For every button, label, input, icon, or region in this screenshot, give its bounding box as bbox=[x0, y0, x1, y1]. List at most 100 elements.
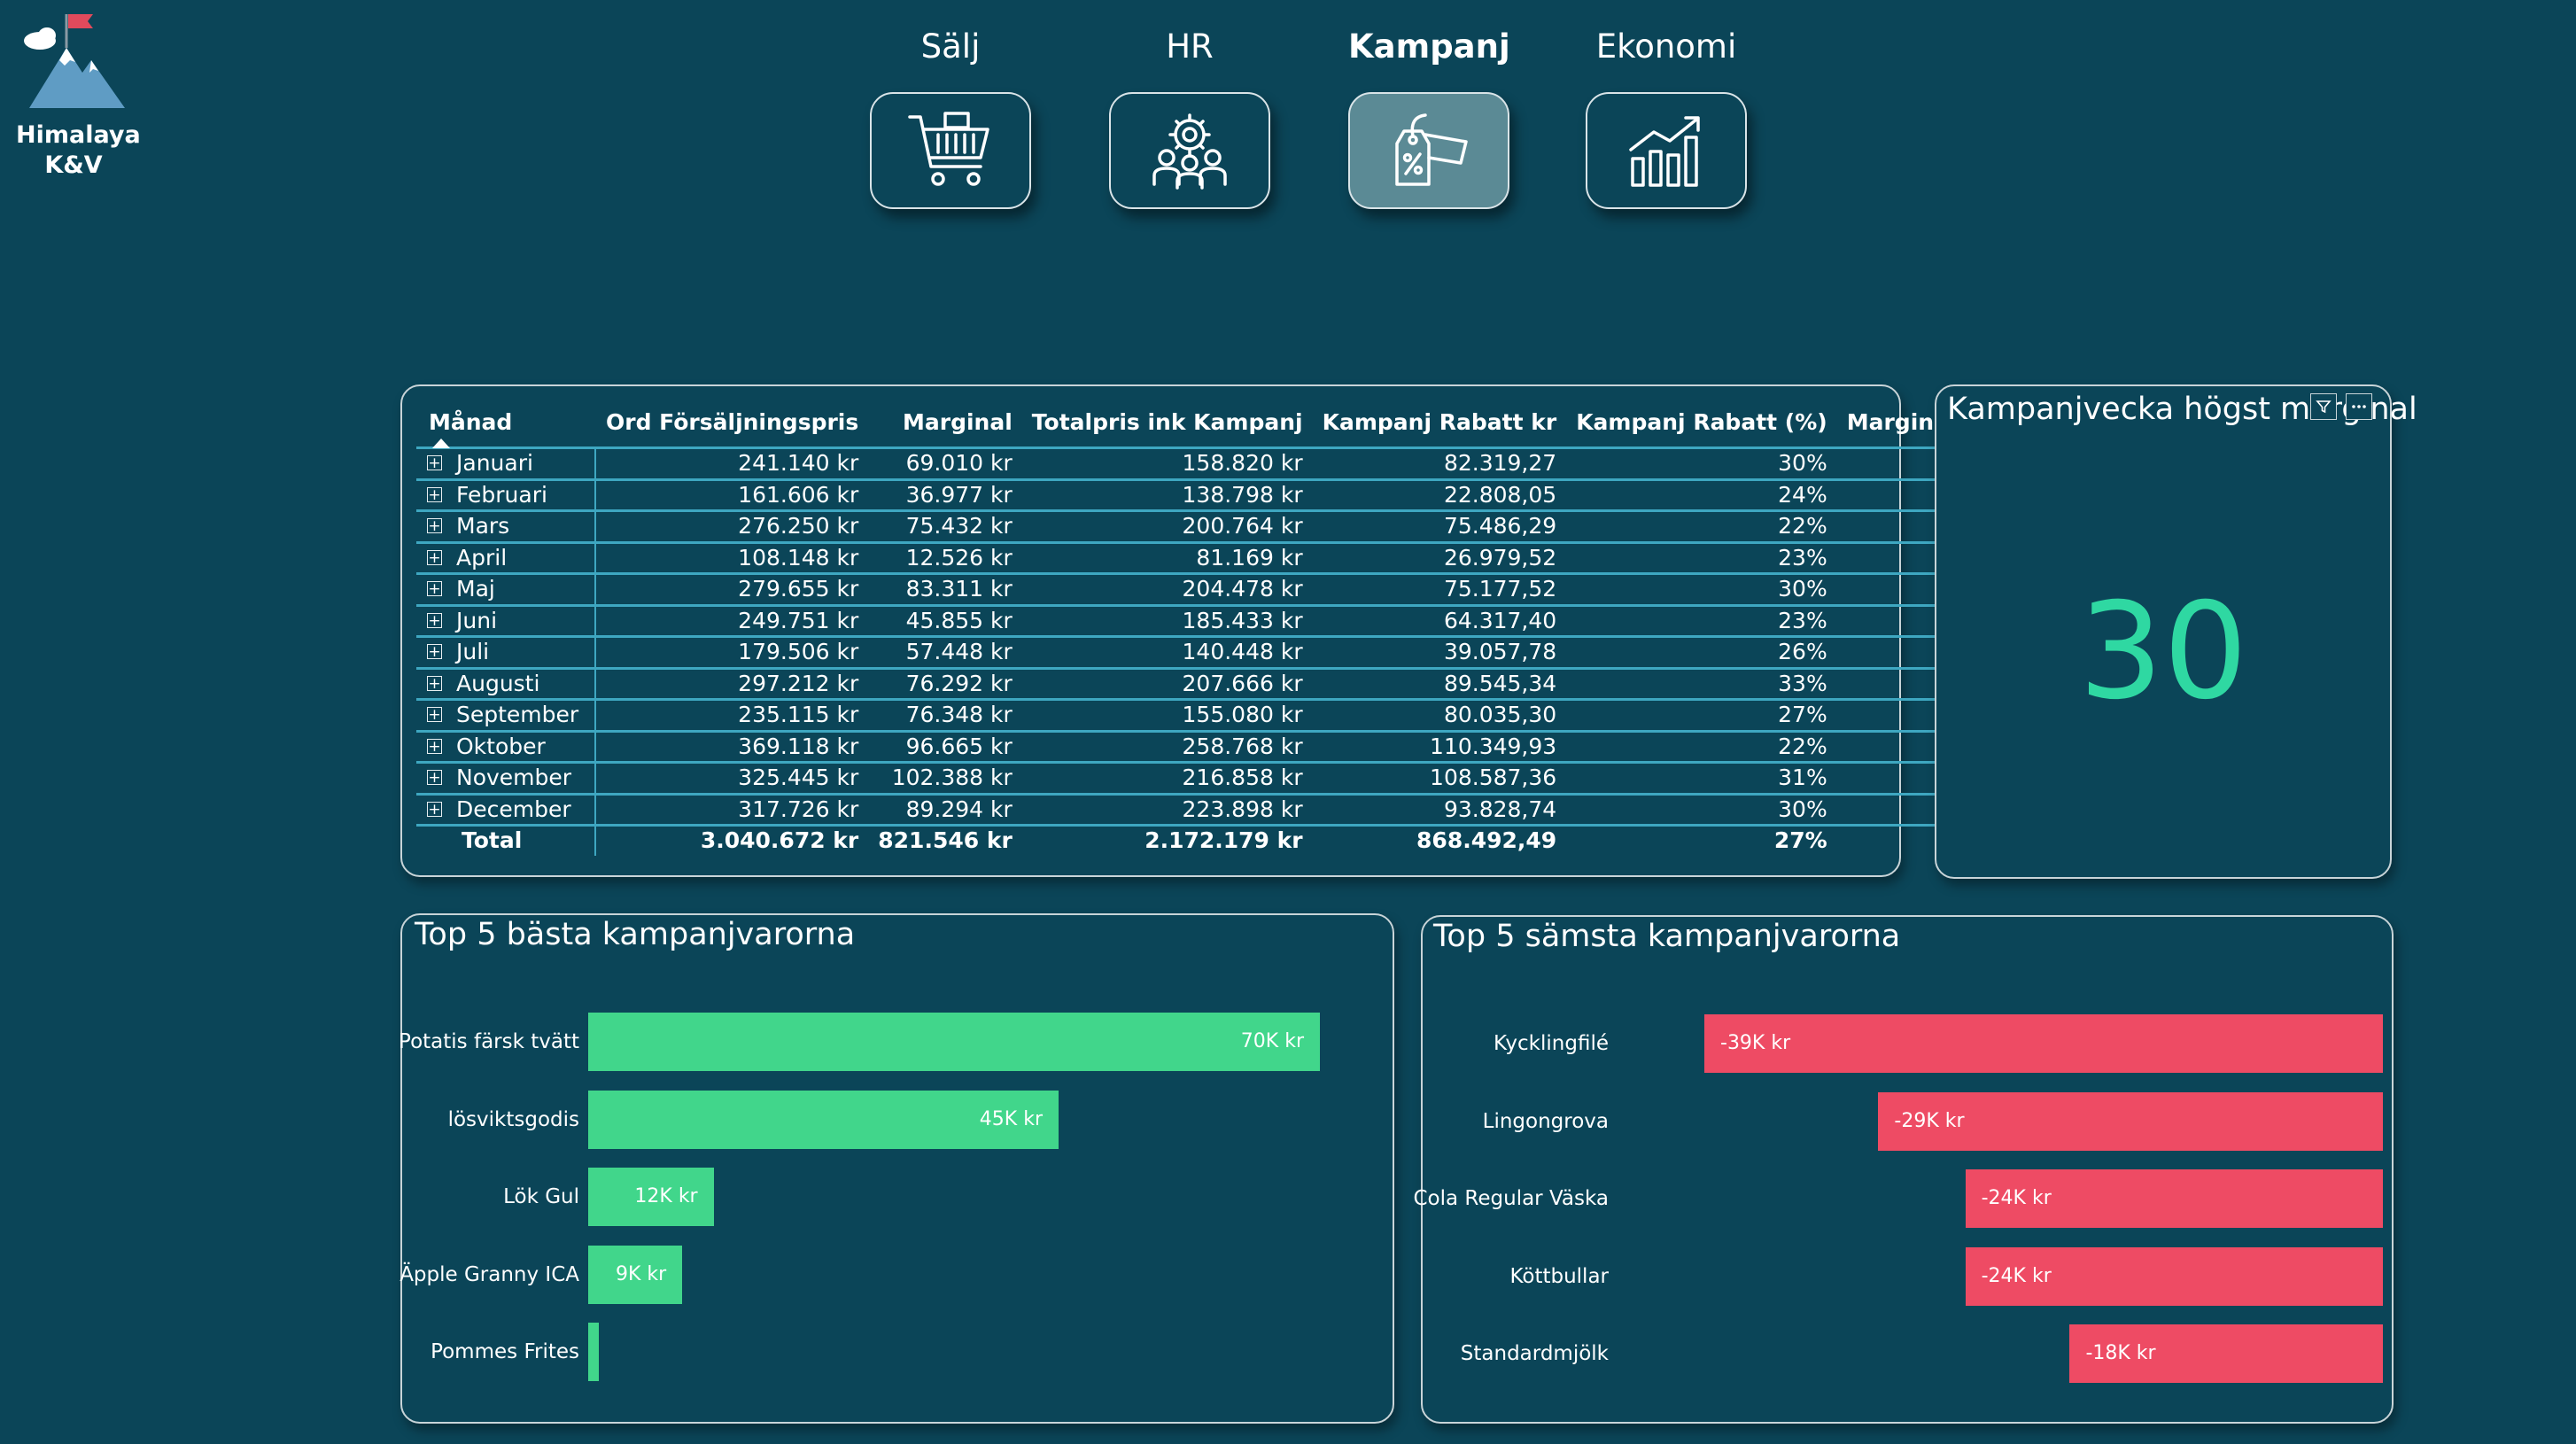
table-row[interactable]: + November 325.445 kr 102.388 kr 216.858 kr 1… bbox=[416, 762, 2152, 796]
value-cell: 216.858 kr bbox=[1020, 762, 1312, 796]
expand-row-icon[interactable]: + bbox=[427, 486, 442, 502]
month-cell: + Juni bbox=[416, 605, 596, 638]
nav-button-hr[interactable] bbox=[1109, 92, 1270, 209]
chart-title-worst: Top 5 sämsta kampanjvarorna bbox=[1433, 919, 1901, 954]
bar-best[interactable] bbox=[588, 1013, 1320, 1071]
nav-salj[interactable]: Sälj bbox=[870, 25, 1031, 209]
price-tag-icon bbox=[1395, 113, 1468, 186]
chart-title-best: Top 5 bästa kampanjvarorna bbox=[415, 917, 856, 952]
nav-ekonomi[interactable]: Ekonomi bbox=[1586, 25, 1747, 209]
value-cell: 76.348 kr bbox=[867, 699, 1021, 733]
column-header-kampanj-rabatt-pct[interactable]: Kampanj Rabatt (%) bbox=[1565, 397, 1836, 449]
value-cell: 200.764 kr bbox=[1020, 510, 1312, 544]
value-cell: 140.448 kr bbox=[1020, 636, 1312, 670]
bar-best[interactable] bbox=[588, 1323, 599, 1381]
value-cell: 75.432 kr bbox=[867, 510, 1021, 544]
table-row[interactable]: + Juni 249.751 kr 45.855 kr 185.433 kr 64.317… bbox=[416, 605, 2152, 638]
expand-row-icon[interactable]: + bbox=[427, 455, 442, 471]
nav-label-salj: Sälj bbox=[920, 27, 981, 66]
sort-ascending-icon[interactable] bbox=[432, 439, 450, 448]
brand-name-line1: Himalaya bbox=[16, 121, 141, 149]
bar-category-label: Pommes Frites bbox=[431, 1340, 579, 1363]
value-cell: 24% bbox=[1565, 479, 1836, 512]
value-cell: 868.492,49 bbox=[1416, 827, 1557, 854]
value-cell: 93.828,74 bbox=[1311, 794, 1566, 827]
expand-row-icon[interactable]: + bbox=[427, 801, 442, 817]
table-row[interactable]: + Augusti 297.212 kr 76.292 kr 207.666 kr 89.… bbox=[416, 668, 2152, 701]
top5-best-chart: Top 5 bästa kampanjvarorna Potatis färsk… bbox=[399, 913, 1394, 1424]
expand-row-icon[interactable]: + bbox=[427, 518, 442, 534]
expand-row-icon[interactable]: + bbox=[427, 707, 442, 723]
bar-category-label: Lök Gul bbox=[503, 1185, 579, 1208]
value-cell: 102.388 kr bbox=[867, 762, 1021, 796]
column-header-kampanj-rabatt-kr[interactable]: Kampanj Rabatt kr bbox=[1311, 397, 1566, 449]
bar-category-label: Lingongrova bbox=[1482, 1109, 1609, 1133]
nav-label-hr: HR bbox=[1166, 27, 1214, 66]
month-label: Oktober bbox=[456, 733, 546, 759]
value-cell: 235.115 kr bbox=[595, 699, 868, 733]
nav-hr[interactable]: HR bbox=[1109, 25, 1270, 209]
nav-label-kampanj: Kampanj bbox=[1348, 27, 1510, 66]
bar-value-label: -39K kr bbox=[1720, 1032, 1791, 1054]
nav-label-ekonomi: Ekonomi bbox=[1595, 27, 1737, 66]
filter-icon[interactable] bbox=[2310, 393, 2337, 420]
month-label: November bbox=[456, 765, 572, 791]
bar-worst[interactable] bbox=[1704, 1014, 2383, 1073]
value-cell: 23% bbox=[1565, 542, 1836, 575]
table-row[interactable]: + September 235.115 kr 76.348 kr 155.080 kr 8… bbox=[416, 699, 2152, 733]
table-row[interactable]: + Maj 279.655 kr 83.311 kr 204.478 kr 75.177,… bbox=[416, 573, 2152, 607]
expand-row-icon[interactable]: + bbox=[427, 738, 442, 754]
column-header-totalpris[interactable]: Totalpris ink Kampanj bbox=[1020, 397, 1312, 449]
nav-button-salj[interactable] bbox=[870, 92, 1031, 209]
expand-row-icon[interactable]: + bbox=[427, 612, 442, 628]
value-cell: 45.855 kr bbox=[867, 605, 1021, 638]
value-cell: 57.448 kr bbox=[867, 636, 1021, 670]
table-row[interactable]: + Oktober 369.118 kr 96.665 kr 258.768 kr 110… bbox=[416, 731, 2152, 764]
table-row[interactable]: + Mars 276.250 kr 75.432 kr 200.764 kr 75.486… bbox=[416, 510, 2152, 544]
value-cell: 223.898 kr bbox=[1020, 794, 1312, 827]
more-options-icon[interactable] bbox=[2346, 393, 2372, 420]
table-row[interactable]: + Januari 241.140 kr 69.010 kr 158.820 kr 82.… bbox=[416, 447, 2152, 481]
value-cell: 297.212 kr bbox=[595, 668, 868, 701]
value-cell: 22% bbox=[1565, 510, 1836, 544]
month-label: Juli bbox=[456, 639, 490, 665]
bar-value-label: 9K kr bbox=[616, 1262, 667, 1285]
expand-row-icon[interactable]: + bbox=[427, 581, 442, 597]
month-cell: + Maj bbox=[416, 573, 596, 607]
bar-category-label: Äpple Granny ICA bbox=[400, 1262, 579, 1286]
value-cell: 82.319,27 bbox=[1311, 447, 1566, 481]
nav-button-kampanj[interactable] bbox=[1348, 92, 1509, 209]
value-cell: 155.080 kr bbox=[1020, 699, 1312, 733]
value-cell: 108.587,36 bbox=[1311, 762, 1566, 796]
table-row[interactable]: + Februari 161.606 kr 36.977 kr 138.798 kr 22… bbox=[416, 479, 2152, 512]
value-cell: 27% bbox=[1565, 699, 1836, 733]
expand-row-icon[interactable]: + bbox=[427, 675, 442, 691]
expand-row-icon[interactable]: + bbox=[427, 644, 442, 660]
value-cell: 30% bbox=[1565, 447, 1836, 481]
nav-button-ekonomi[interactable] bbox=[1586, 92, 1747, 209]
month-cell: + December bbox=[416, 794, 596, 827]
column-header-month[interactable]: Månad bbox=[416, 397, 595, 449]
people-gear-icon bbox=[1152, 113, 1227, 190]
bar-value-label: 70K kr bbox=[1240, 1030, 1304, 1052]
column-header-marginal[interactable]: Marginal bbox=[867, 397, 1021, 449]
value-cell: 64.317,40 bbox=[1311, 605, 1566, 638]
value-cell: 821.546 kr bbox=[878, 827, 1013, 854]
growth-chart-icon bbox=[1629, 116, 1700, 187]
value-cell: 161.606 kr bbox=[595, 479, 868, 512]
table-row[interactable]: + April 108.148 kr 12.526 kr 81.169 kr 26.979… bbox=[416, 542, 2152, 575]
value-cell: 241.140 kr bbox=[595, 447, 868, 481]
value-cell: 3.040.672 kr bbox=[700, 827, 859, 854]
value-cell: 2.172.179 kr bbox=[1144, 827, 1303, 854]
value-cell: 258.768 kr bbox=[1020, 731, 1312, 764]
nav-kampanj[interactable]: Kampanj bbox=[1348, 25, 1510, 209]
value-cell: 96.665 kr bbox=[867, 731, 1021, 764]
table-row[interactable]: + Juli 179.506 kr 57.448 kr 140.448 kr 39.057… bbox=[416, 636, 2152, 670]
column-header-ord-forsaljningspris[interactable]: Ord Försäljningspris bbox=[595, 397, 868, 449]
expand-row-icon[interactable]: + bbox=[427, 549, 442, 565]
brand-logo: Himalaya K&V bbox=[16, 11, 141, 181]
table-row[interactable]: + December 317.726 kr 89.294 kr 223.898 kr 93… bbox=[416, 794, 2152, 827]
month-cell: + November bbox=[416, 762, 596, 796]
expand-row-icon[interactable]: + bbox=[427, 770, 442, 786]
value-cell: 36.977 kr bbox=[867, 479, 1021, 512]
